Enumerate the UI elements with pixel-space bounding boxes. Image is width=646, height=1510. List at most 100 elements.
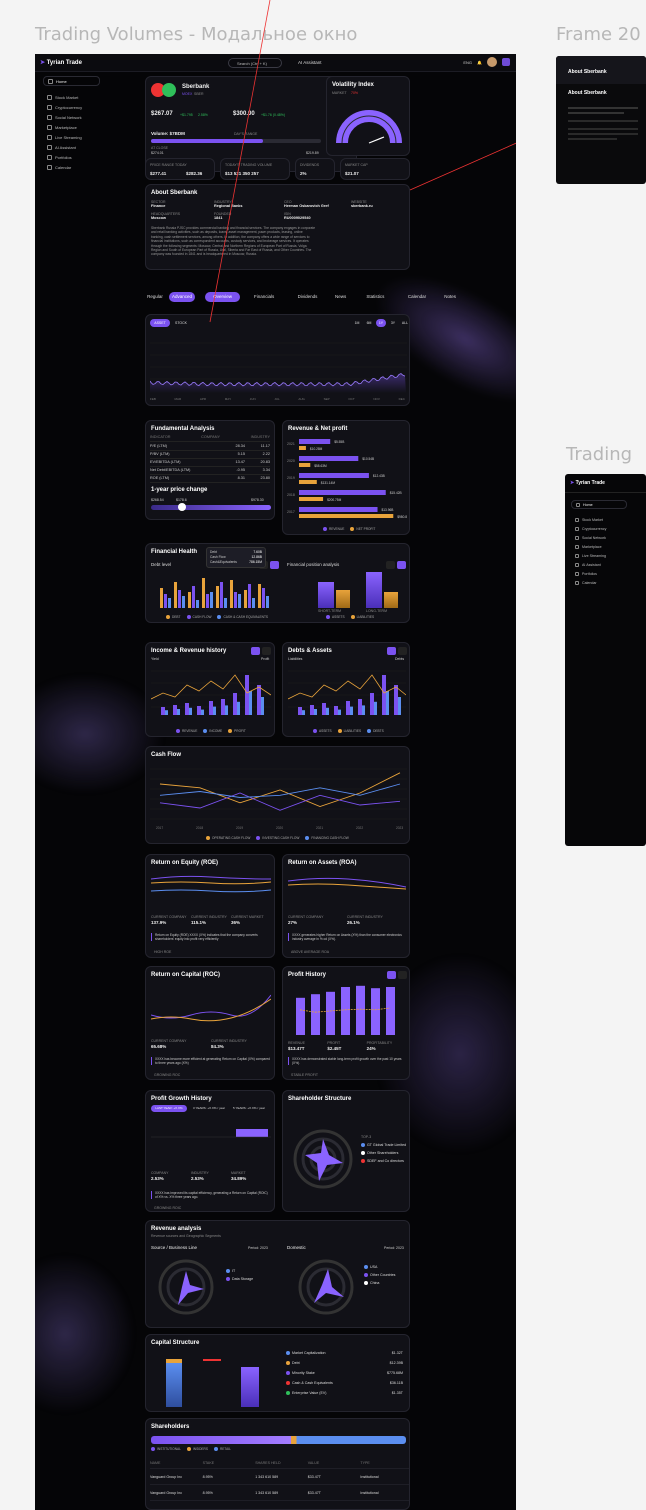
income-prev-button[interactable] <box>251 647 260 655</box>
shareholders-row[interactable]: Vanguard Group Inc 8.95% 1 343 610 589 $33.… <box>150 1485 409 1501</box>
nav-icon <box>47 94 52 100</box>
tab-dividends[interactable]: Dividends <box>288 292 327 302</box>
sidebar-item-ai-assistant[interactable]: AI Assistant <box>43 142 100 152</box>
sidebar-item-home[interactable]: Home <box>43 76 100 86</box>
net-profit-value: $10.28M <box>310 447 323 451</box>
tab-mode-regular[interactable]: Regular <box>145 292 165 302</box>
chart-bar <box>261 697 264 715</box>
tab-calendar[interactable]: Calendar <box>399 292 434 302</box>
capital-value: $775.68M <box>387 1371 403 1375</box>
profit-growth-period[interactable]: LAST YEAR: +X.X% <box>151 1105 187 1112</box>
pos-next-button[interactable] <box>397 561 406 569</box>
debt-bar <box>168 598 171 608</box>
fundamental-cell: 23.80 <box>260 476 270 480</box>
nav-icon <box>575 553 579 558</box>
sidebar-item-label: Cryptocurrency <box>582 526 607 531</box>
tab-overview[interactable]: Overview <box>205 292 241 302</box>
debt-bar <box>244 590 247 608</box>
sidebar-item-portfolios[interactable]: Portfolios <box>43 152 100 162</box>
capital-value: $1.35T <box>391 1391 403 1395</box>
app-logo[interactable]: ➤ Tyrian Trade <box>40 59 82 66</box>
range-1y[interactable]: 1Y <box>376 319 386 327</box>
profit-growth-period[interactable]: 3 YEARS: +X.X% / year <box>191 1105 227 1112</box>
right-sidebar-item[interactable]: Calendar <box>571 578 627 587</box>
sidebar-item-social-network[interactable]: Social Network <box>43 112 100 122</box>
income-next-button[interactable] <box>262 647 271 655</box>
tab-news[interactable]: News <box>330 292 352 302</box>
legend-dot <box>364 1281 368 1286</box>
sidebar-item-label: Live Streaming <box>55 134 82 140</box>
website-link[interactable]: sberbank.ru <box>351 204 373 208</box>
roc-stat-label: CURRENT INDUSTRY <box>211 1039 247 1043</box>
debts-prev-button[interactable] <box>387 647 396 655</box>
price-chart[interactable] <box>150 333 407 393</box>
tooltip-row: Cash&Equivalents 786.15M <box>210 560 262 565</box>
profit-growth-stat-label: COMPANY <box>151 1171 169 1175</box>
range-all[interactable]: ALL <box>400 319 409 327</box>
right-sidebar-item[interactable]: Live Streaming <box>571 551 627 560</box>
roc-stat-value: 84.3% <box>211 1044 224 1049</box>
sidebar-item-calendar[interactable]: Calendar <box>43 162 100 172</box>
chart-bar <box>310 705 314 715</box>
profit-history-stat-label: REVENUE <box>288 1041 305 1045</box>
debt-bar <box>252 598 255 608</box>
ai-assistant-button[interactable]: AI Assistant <box>298 60 322 65</box>
next-button[interactable] <box>270 561 279 569</box>
language-selector[interactable]: ENG <box>463 60 472 65</box>
sidebar-item-stock-market[interactable]: Stock Market <box>43 92 100 102</box>
range-1m[interactable]: 1M <box>352 319 362 327</box>
right-sidebar-item[interactable]: AI Assistant <box>571 560 627 569</box>
right-sidebar-item[interactable]: Cryptocurrency <box>571 524 627 533</box>
debt-bar <box>160 588 163 608</box>
fundamental-card: Fundamental Analysis 1-year price change… <box>145 420 275 520</box>
tab-mode-advanced[interactable]: Advanced <box>169 292 195 302</box>
right-sidebar-item[interactable]: Stock Market <box>571 515 627 524</box>
income-card: Income & Revenue history Yield Profit RE… <box>145 642 275 737</box>
right-sidebar-item[interactable]: Home <box>571 500 627 509</box>
profit-prev-button[interactable] <box>387 971 396 979</box>
avatar[interactable] <box>487 57 497 67</box>
fundamental-cell: 20.83 <box>260 460 270 464</box>
sidebar-item-live-streaming[interactable]: Live Streaming <box>43 132 100 142</box>
tab-notes[interactable]: Notes <box>438 292 463 302</box>
about-description: Sberbank Russia PJSC provides commercial… <box>151 226 316 257</box>
toggle-stock[interactable]: STOCK <box>172 319 190 327</box>
revenue-value: $10.54B <box>362 457 374 461</box>
debts-next-button[interactable] <box>398 647 407 655</box>
yield-label: Yield <box>151 657 159 661</box>
sidebar-item-marketplace[interactable]: Marketplace <box>43 122 100 132</box>
pos-prev-button[interactable] <box>386 561 395 569</box>
notifications-icon[interactable]: 🔔 <box>477 60 482 65</box>
shareholder-structure-card: Shareholder Structure TOP-3 GT Global Tr… <box>282 1090 410 1212</box>
menu-icon[interactable] <box>502 58 510 66</box>
toggle-asset[interactable]: ASSET <box>150 319 170 327</box>
right-sidebar-item[interactable]: Social Network <box>571 533 627 542</box>
chart-bar <box>334 706 338 715</box>
debt-bar <box>224 598 227 608</box>
range-3y[interactable]: 3Y <box>388 319 398 327</box>
revenue-analysis-title: Revenue analysis <box>151 1226 202 1232</box>
chart-bar <box>225 705 228 715</box>
tab-statistics[interactable]: Statistics <box>354 292 396 302</box>
right-sidebar-item[interactable]: Portfolios <box>571 569 627 578</box>
roc-stat-value: 65.68% <box>151 1044 167 1049</box>
tab-financials[interactable]: Financials <box>243 292 285 302</box>
capital-name: Debt <box>292 1361 300 1365</box>
sidebar-item-cryptocurrency[interactable]: Cryptocurrency <box>43 102 100 112</box>
debt-bar <box>164 594 167 608</box>
fundamental-header: INDICATOR COMPANY INDUSTRY <box>150 435 270 442</box>
hq-value: Moscow <box>151 216 166 220</box>
roc-card: Return on Capital (ROC) XXXX has become … <box>145 966 275 1080</box>
chart-bar <box>362 705 365 715</box>
range-6m[interactable]: 6M <box>364 319 374 327</box>
debts-label: Debts <box>395 657 405 661</box>
sidebar-item-label: Marketplace <box>582 544 602 549</box>
shareholders-row[interactable]: Vanguard Group Inc 8.95% 1 343 610 589 $33.… <box>150 1469 409 1485</box>
profit-history-bar <box>326 991 335 1035</box>
profit-growth-period[interactable]: 5 YEARS: +X.X% / year <box>231 1105 267 1112</box>
roa-card: Return on Assets (ROA) XXXX generates hi… <box>282 854 410 958</box>
revenue-bar <box>299 456 359 461</box>
right-sidebar-item[interactable]: Marketplace <box>571 542 627 551</box>
search-input[interactable]: Search (Ctrl + K) <box>228 58 282 68</box>
profit-next-button[interactable] <box>398 971 407 979</box>
